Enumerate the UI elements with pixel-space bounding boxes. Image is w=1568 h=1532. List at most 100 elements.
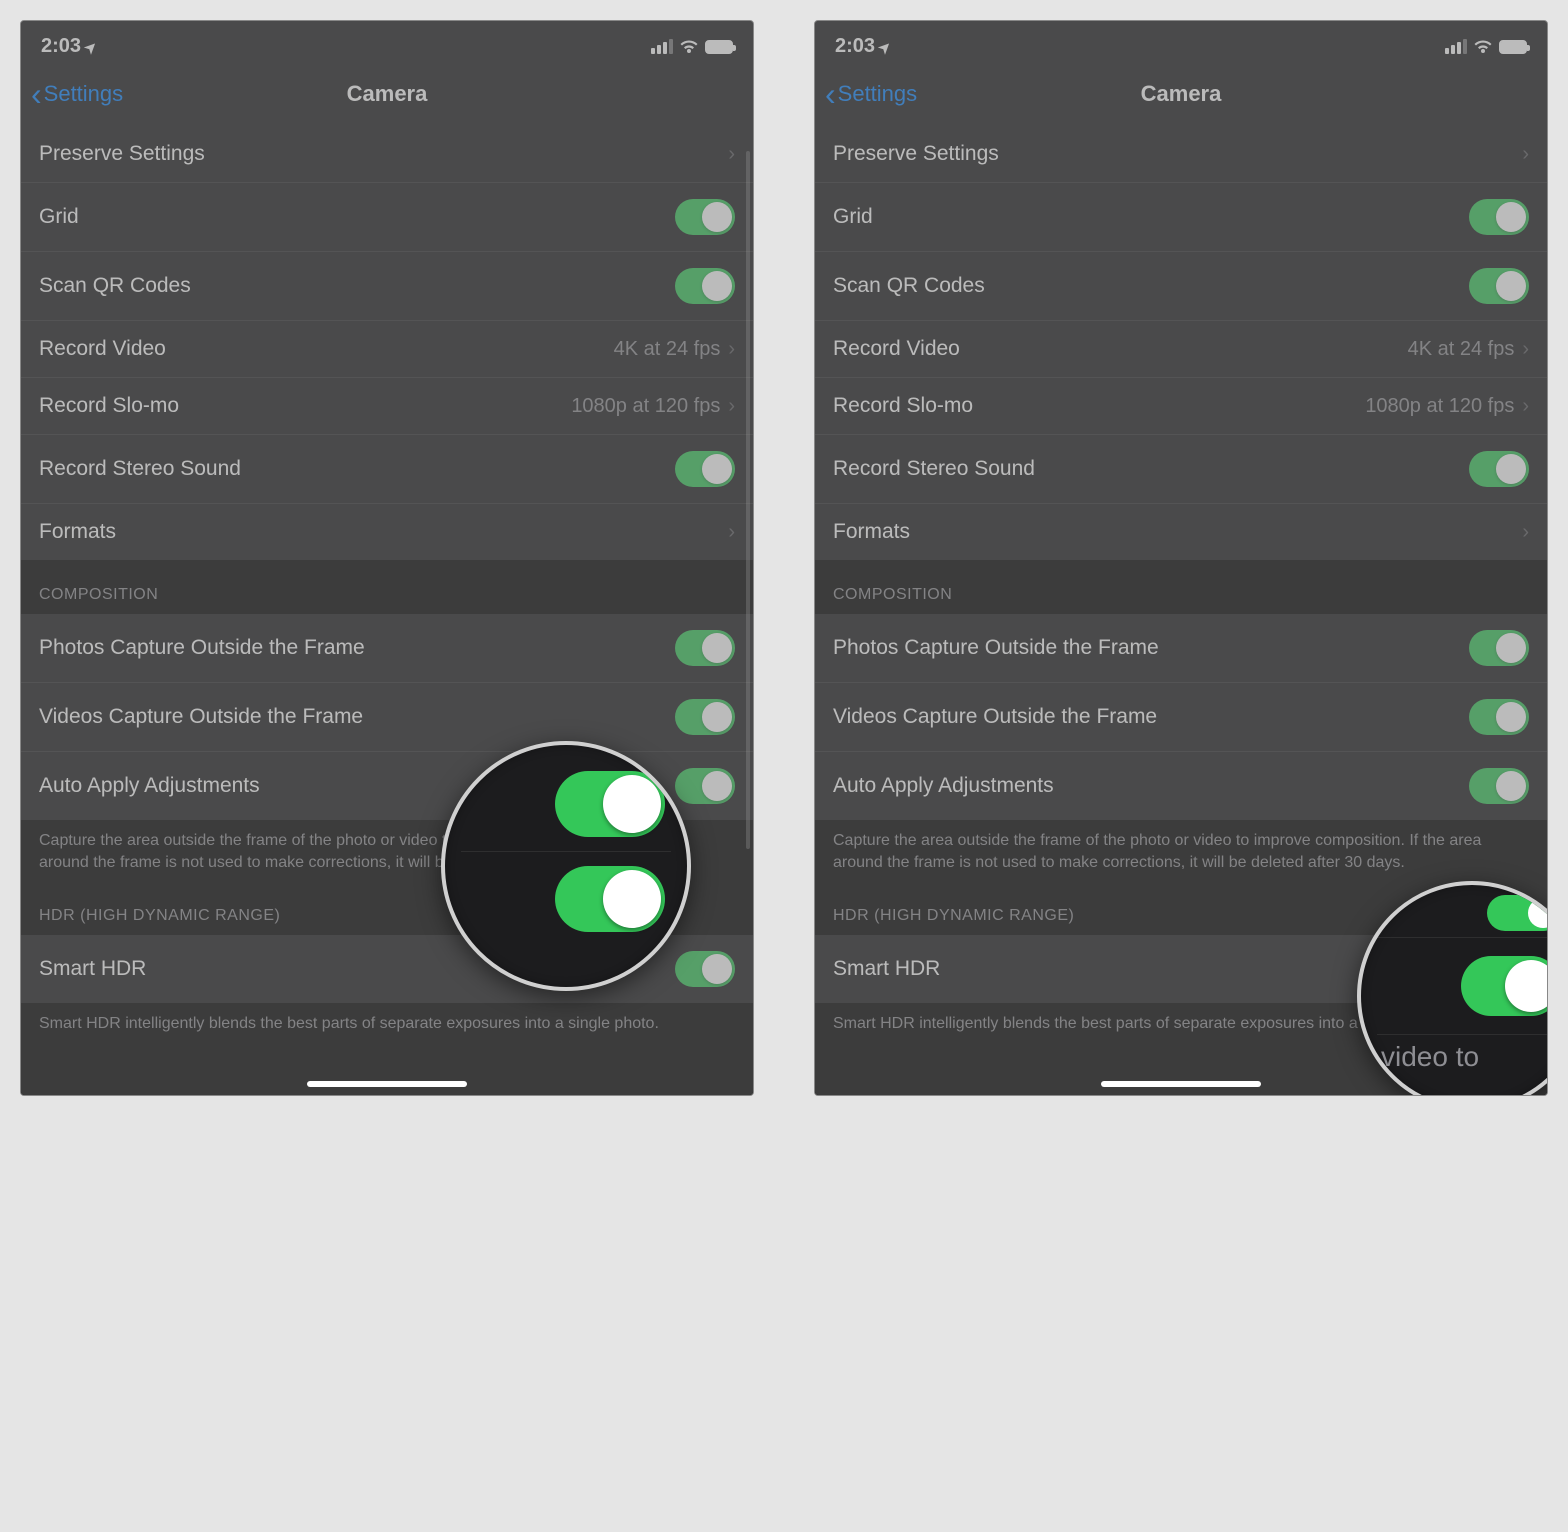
row-label: Formats bbox=[39, 520, 728, 544]
settings-list: Preserve Settings › Grid Scan QR Codes R… bbox=[21, 126, 753, 560]
row-label: Scan QR Codes bbox=[833, 274, 1469, 298]
toggle-photos-outside[interactable] bbox=[1469, 630, 1529, 666]
chevron-right-icon: › bbox=[728, 395, 735, 418]
chevron-right-icon: › bbox=[728, 338, 735, 361]
row-label: Scan QR Codes bbox=[39, 274, 675, 298]
chevron-right-icon: › bbox=[1522, 143, 1529, 166]
row-formats[interactable]: Formats › bbox=[815, 504, 1547, 560]
toggle-videos-outside[interactable] bbox=[675, 699, 735, 735]
row-videos-outside-frame[interactable]: Videos Capture Outside the Frame bbox=[815, 683, 1547, 752]
toggle-videos-outside[interactable] bbox=[1469, 699, 1529, 735]
section-footer-composition: Capture the area outside the frame of th… bbox=[815, 820, 1547, 895]
status-bar: 2:03 bbox=[21, 21, 753, 66]
phone-right: 2:03 ‹ Settings Camera Preserve Settings… bbox=[814, 20, 1548, 1096]
row-stereo-sound[interactable]: Record Stereo Sound bbox=[21, 435, 753, 504]
chevron-left-icon: ‹ bbox=[31, 78, 42, 110]
page-title: Camera bbox=[1141, 81, 1222, 107]
battery-icon bbox=[705, 40, 733, 54]
location-icon bbox=[879, 35, 891, 58]
row-label: Preserve Settings bbox=[39, 142, 728, 166]
back-button[interactable]: ‹ Settings bbox=[31, 78, 123, 110]
magnified-toggle-auto-apply[interactable] bbox=[1461, 956, 1548, 1016]
row-label: Record Stereo Sound bbox=[39, 457, 675, 481]
toggle-qr[interactable] bbox=[675, 268, 735, 304]
toggle-grid[interactable] bbox=[675, 199, 735, 235]
row-stereo-sound[interactable]: Record Stereo Sound bbox=[815, 435, 1547, 504]
page-title: Camera bbox=[347, 81, 428, 107]
location-icon bbox=[85, 35, 97, 58]
nav-bar: ‹ Settings Camera bbox=[21, 66, 753, 126]
toggle-smart-hdr[interactable] bbox=[675, 951, 735, 987]
row-grid[interactable]: Grid bbox=[21, 183, 753, 252]
back-label: Settings bbox=[44, 81, 124, 107]
row-record-slomo[interactable]: Record Slo-mo 1080p at 120 fps › bbox=[815, 378, 1547, 435]
row-label: Grid bbox=[833, 205, 1469, 229]
row-value: 1080p at 120 fps bbox=[571, 395, 720, 418]
row-label: Record Slo-mo bbox=[833, 394, 1365, 418]
row-label: Photos Capture Outside the Frame bbox=[833, 636, 1469, 660]
chevron-left-icon: ‹ bbox=[825, 78, 836, 110]
row-label: Record Video bbox=[39, 337, 614, 361]
row-preserve-settings[interactable]: Preserve Settings › bbox=[21, 126, 753, 183]
row-record-slomo[interactable]: Record Slo-mo 1080p at 120 fps › bbox=[21, 378, 753, 435]
toggle-auto-apply[interactable] bbox=[675, 768, 735, 804]
magnified-toggle-videos[interactable] bbox=[1487, 895, 1548, 931]
row-qr-codes[interactable]: Scan QR Codes bbox=[815, 252, 1547, 321]
row-value: 1080p at 120 fps bbox=[1365, 395, 1514, 418]
row-auto-apply[interactable]: Auto Apply Adjustments bbox=[815, 752, 1547, 820]
row-label: Videos Capture Outside the Frame bbox=[833, 705, 1469, 729]
battery-icon bbox=[1499, 40, 1527, 54]
magnified-footer-fragment: video to bbox=[1377, 1035, 1548, 1075]
chevron-right-icon: › bbox=[728, 143, 735, 166]
chevron-right-icon: › bbox=[1522, 395, 1529, 418]
row-label: Record Video bbox=[833, 337, 1408, 361]
row-label: Grid bbox=[39, 205, 675, 229]
chevron-right-icon: › bbox=[728, 521, 735, 544]
signal-icon bbox=[1445, 39, 1467, 54]
row-qr-codes[interactable]: Scan QR Codes bbox=[21, 252, 753, 321]
magnified-toggle-photos[interactable] bbox=[555, 771, 665, 837]
row-value: 4K at 24 fps bbox=[1408, 338, 1515, 361]
row-label: Formats bbox=[833, 520, 1522, 544]
settings-list: Preserve Settings › Grid Scan QR Codes R… bbox=[815, 126, 1547, 560]
toggle-auto-apply[interactable] bbox=[1469, 768, 1529, 804]
back-label: Settings bbox=[838, 81, 918, 107]
toggle-grid[interactable] bbox=[1469, 199, 1529, 235]
row-label: Record Stereo Sound bbox=[833, 457, 1469, 481]
signal-icon bbox=[651, 39, 673, 54]
row-label: Record Slo-mo bbox=[39, 394, 571, 418]
row-record-video[interactable]: Record Video 4K at 24 fps › bbox=[21, 321, 753, 378]
home-indicator[interactable] bbox=[307, 1081, 467, 1087]
row-preserve-settings[interactable]: Preserve Settings › bbox=[815, 126, 1547, 183]
row-videos-outside-frame[interactable]: Videos Capture Outside the Frame bbox=[21, 683, 753, 752]
wifi-icon bbox=[1473, 39, 1493, 55]
home-indicator[interactable] bbox=[1101, 1081, 1261, 1087]
row-formats[interactable]: Formats › bbox=[21, 504, 753, 560]
phone-left: 2:03 ‹ Settings Camera Preserve Settings… bbox=[20, 20, 754, 1096]
row-label: Auto Apply Adjustments bbox=[833, 774, 1469, 798]
toggle-stereo[interactable] bbox=[675, 451, 735, 487]
row-photos-outside-frame[interactable]: Photos Capture Outside the Frame bbox=[815, 614, 1547, 683]
row-label: Photos Capture Outside the Frame bbox=[39, 636, 675, 660]
magnified-toggle-videos[interactable] bbox=[555, 866, 665, 932]
wifi-icon bbox=[679, 39, 699, 55]
section-header-composition: COMPOSITION bbox=[21, 560, 753, 614]
toggle-photos-outside[interactable] bbox=[675, 630, 735, 666]
toggle-stereo[interactable] bbox=[1469, 451, 1529, 487]
row-value: 4K at 24 fps bbox=[614, 338, 721, 361]
scrollbar[interactable] bbox=[746, 151, 750, 849]
status-bar: 2:03 bbox=[815, 21, 1547, 66]
magnifier-callout bbox=[441, 741, 691, 991]
row-record-video[interactable]: Record Video 4K at 24 fps › bbox=[815, 321, 1547, 378]
toggle-qr[interactable] bbox=[1469, 268, 1529, 304]
row-photos-outside-frame[interactable]: Photos Capture Outside the Frame bbox=[21, 614, 753, 683]
back-button[interactable]: ‹ Settings bbox=[825, 78, 917, 110]
chevron-right-icon: › bbox=[1522, 521, 1529, 544]
row-label: Videos Capture Outside the Frame bbox=[39, 705, 675, 729]
status-time: 2:03 bbox=[835, 35, 875, 58]
nav-bar: ‹ Settings Camera bbox=[815, 66, 1547, 126]
section-header-composition: COMPOSITION bbox=[815, 560, 1547, 614]
row-grid[interactable]: Grid bbox=[815, 183, 1547, 252]
status-time: 2:03 bbox=[41, 35, 81, 58]
row-label: Preserve Settings bbox=[833, 142, 1522, 166]
